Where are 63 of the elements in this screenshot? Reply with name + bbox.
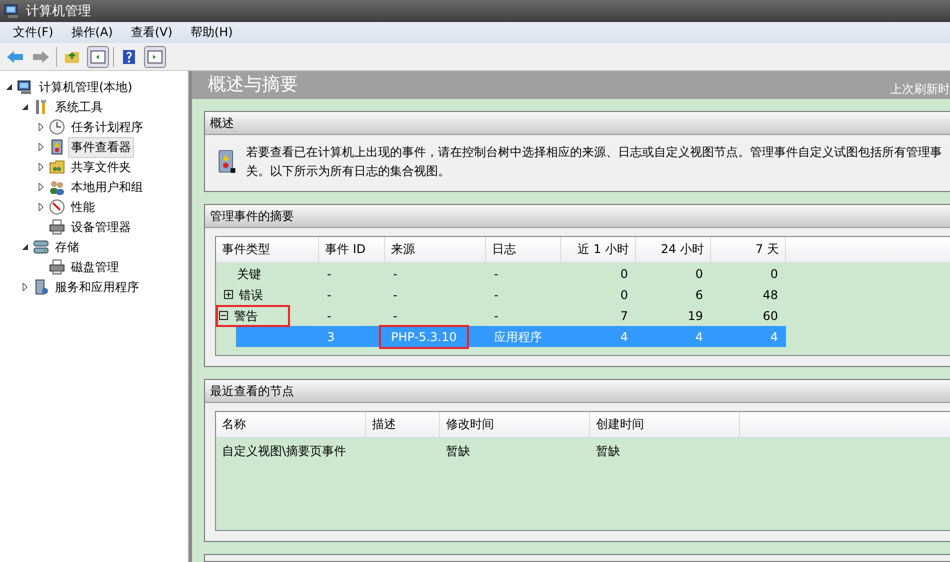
cell-text: 0 bbox=[620, 266, 628, 282]
cell-text: 4 bbox=[770, 328, 778, 344]
tree-item[interactable]: 服务和应用程序 bbox=[52, 276, 142, 298]
tree-item[interactable]: 计算机管理(本地) bbox=[36, 76, 136, 98]
cell-text: 0 bbox=[770, 266, 778, 282]
section-title: 概述 bbox=[205, 112, 950, 135]
column-header[interactable]: 7 天 bbox=[711, 237, 786, 262]
window-title: 计算机管理 bbox=[26, 3, 91, 20]
cell-text: - bbox=[393, 286, 398, 302]
cell-text: PHP-5.3.10 bbox=[391, 328, 457, 344]
table-cell-text: 暂缺 bbox=[445, 443, 471, 460]
cell-text: 错误 bbox=[239, 286, 263, 302]
cell-text: - bbox=[393, 308, 398, 324]
column-header[interactable]: 事件 ID bbox=[319, 237, 385, 262]
tree-item[interactable]: 设备管理器 bbox=[68, 216, 134, 238]
cell-text: 0 bbox=[695, 266, 703, 282]
column-header[interactable]: 创建时间 bbox=[590, 412, 740, 437]
tree-item[interactable]: 任务计划程序 bbox=[68, 116, 146, 138]
cell-text: - bbox=[494, 308, 498, 324]
cell-text: - bbox=[327, 286, 332, 302]
overview-description: 若要查看已在计算机上出现的事件，请在控制台树中选择相应的来源、日志或自定义视图节点。管理事件自定义试图包括所有管理事 关。以下所示为所有日志的集合视图。 bbox=[246, 144, 942, 180]
tree-item[interactable]: 事件查看器 bbox=[68, 136, 134, 158]
tree-item[interactable]: 系统工具 bbox=[52, 96, 106, 118]
cell-text: 警告 bbox=[234, 308, 258, 324]
tree-item[interactable]: 磁盘管理 bbox=[68, 256, 122, 278]
cell-text: 60 bbox=[762, 308, 778, 324]
cell-text: - bbox=[327, 266, 332, 282]
cell-text: 4 bbox=[695, 328, 703, 344]
tree-item[interactable]: 存储 bbox=[52, 236, 82, 258]
cell-text: 关键 bbox=[236, 266, 261, 282]
column-header[interactable]: 名称 bbox=[216, 412, 366, 437]
cell-text: - bbox=[494, 286, 498, 302]
cell-text: - bbox=[327, 308, 332, 324]
menu-item[interactable]: 查看(V) bbox=[122, 24, 182, 41]
cell-text: 19 bbox=[688, 308, 703, 324]
cell-text: 0 bbox=[620, 286, 628, 302]
cell-text: - bbox=[393, 266, 398, 282]
table-cell-text: 暂缺 bbox=[595, 443, 621, 460]
tree-item[interactable]: 本地用户和组 bbox=[68, 176, 146, 198]
column-header[interactable]: 事件类型 bbox=[216, 237, 319, 262]
column-header[interactable]: 修改时间 bbox=[440, 412, 590, 437]
column-header[interactable]: 描述 bbox=[366, 412, 440, 437]
cell-text: 48 bbox=[762, 286, 778, 302]
cell-text: 应用程序 bbox=[494, 328, 542, 344]
cell-text: 6 bbox=[695, 286, 703, 302]
panel-title: 概述与摘要 bbox=[208, 73, 298, 97]
column-header[interactable]: 近 1 小时 bbox=[561, 237, 636, 262]
tree-item[interactable]: 性能 bbox=[68, 196, 98, 218]
section-title: 管理事件的摘要 bbox=[205, 205, 950, 228]
column-header[interactable]: 来源 bbox=[385, 237, 486, 262]
menu-item[interactable]: 文件(F) bbox=[4, 24, 62, 41]
cell-text: 3 bbox=[327, 328, 335, 344]
table-cell-text: 自定义视图\摘要页事件 bbox=[221, 443, 348, 460]
menu-item[interactable]: 操作(A) bbox=[62, 24, 122, 41]
section-title: 最近查看的节点 bbox=[205, 380, 950, 403]
tree-item[interactable]: 共享文件夹 bbox=[68, 156, 134, 178]
cell-text: - bbox=[494, 266, 498, 282]
column-header[interactable]: 日志 bbox=[486, 237, 561, 262]
refresh-time-text: 上次刷新时 bbox=[890, 81, 950, 98]
column-header[interactable]: 24 小时 bbox=[636, 237, 711, 262]
menu-item[interactable]: 帮助(H) bbox=[181, 24, 242, 41]
cell-text: 4 bbox=[620, 328, 628, 344]
cell-text: 7 bbox=[620, 308, 628, 324]
